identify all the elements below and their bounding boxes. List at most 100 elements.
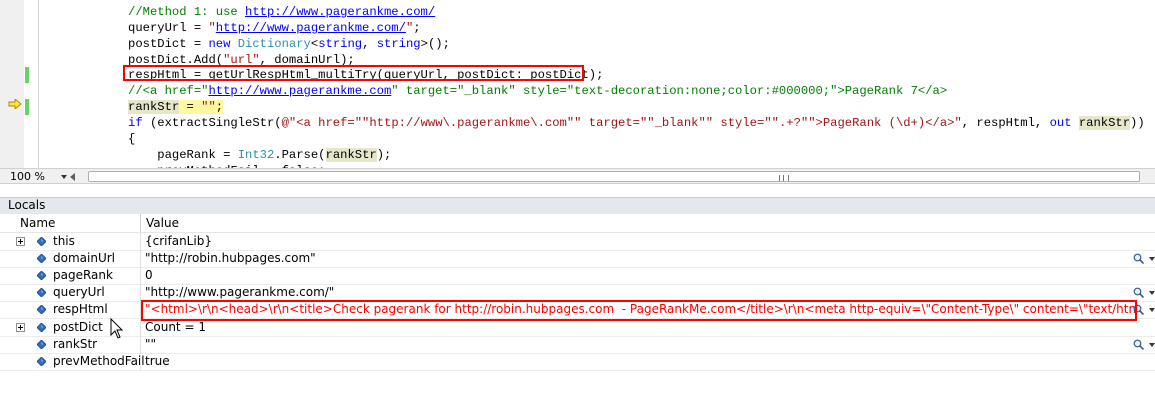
expand-plus-icon[interactable]	[16, 237, 25, 246]
name-column-header[interactable]: Name	[20, 214, 55, 232]
variable-value[interactable]: 0	[145, 267, 1135, 284]
code-token: pageRank =	[128, 148, 238, 162]
column-separator	[140, 250, 141, 268]
code-token: new	[208, 37, 231, 51]
locals-row-domainUrl[interactable]: domainUrl "http://robin.hubpages.com"	[0, 250, 1155, 269]
variable-icon	[37, 271, 46, 281]
code-token: string	[318, 37, 363, 51]
code-token: .Parse(	[274, 148, 326, 162]
code-token: string	[376, 37, 421, 51]
change-marker	[25, 67, 29, 83]
variable-icon	[37, 305, 46, 315]
code-line[interactable]: if (extractSingleStr(@"<a href=""http://…	[128, 115, 1145, 131]
code-token: >();	[420, 37, 450, 51]
code-line[interactable]: rankStr = "";	[128, 99, 224, 115]
code-token: http://www.pagerankme.com/	[215, 21, 406, 35]
code-token: ,	[362, 37, 377, 51]
variable-name: respHtml	[53, 302, 108, 317]
variable-value[interactable]: {crifanLib}	[145, 233, 1135, 250]
column-separator	[140, 233, 141, 250]
variable-value[interactable]: true	[145, 353, 1135, 370]
code-token: ;	[413, 21, 421, 35]
locals-row-pageRank[interactable]: pageRank 0	[0, 267, 1155, 286]
variable-value[interactable]: ""	[145, 336, 1135, 353]
change-tracking-bar	[24, 0, 30, 168]
code-token: Int32	[237, 148, 275, 162]
annotation-highlight-box	[141, 300, 1137, 321]
code-token: queryUrl =	[128, 21, 209, 35]
locals-row-postDict[interactable]: postDict Count = 1	[0, 318, 1155, 337]
column-separator	[140, 335, 141, 353]
outline-line	[38, 0, 39, 168]
scroll-left-icon[interactable]	[70, 173, 75, 181]
variable-icon	[37, 356, 46, 366]
variable-name: rankStr	[53, 336, 98, 351]
code-line[interactable]: postDict = new Dictionary<string, string…	[128, 36, 450, 52]
code-token: " target="_blank" style="text-decoration…	[391, 84, 948, 98]
locals-window-title[interactable]: Locals	[0, 197, 1155, 214]
code-token: if	[128, 116, 143, 130]
variable-value[interactable]: Count = 1	[145, 319, 1135, 336]
column-separator[interactable]	[140, 214, 141, 232]
horizontal-scrollbar-thumb[interactable]	[88, 171, 1140, 182]
expand-plus-icon[interactable]	[16, 322, 25, 332]
code-line[interactable]: //Method 1: use http://www.pagerankme.co…	[128, 4, 435, 20]
variable-name: prevMethodFail	[53, 353, 145, 368]
value-column-header[interactable]: Value	[146, 214, 179, 232]
column-separator	[140, 267, 141, 285]
variable-value[interactable]: "http://robin.hubpages.com"	[145, 250, 1135, 267]
text-visualizer-icon[interactable]	[1133, 287, 1144, 299]
variable-name: postDict	[53, 319, 103, 334]
variable-value[interactable]: "http://www.pagerankme.com/"	[145, 284, 1135, 301]
variable-icon	[37, 288, 46, 298]
code-editor[interactable]: //Method 1: use http://www.pagerankme.co…	[0, 0, 1155, 168]
code-token: =	[179, 100, 202, 114]
chevron-down-icon	[61, 175, 67, 179]
column-separator	[140, 318, 141, 336]
code-line[interactable]: {	[128, 131, 135, 147]
indicator-margin[interactable]	[0, 0, 24, 168]
code-token: {	[128, 132, 136, 146]
column-separator	[140, 284, 141, 302]
chevron-down-icon[interactable]	[1149, 308, 1155, 313]
zoom-value: 100 %	[10, 170, 45, 183]
zoom-dropdown[interactable]: 100 %	[6, 170, 67, 183]
code-line[interactable]: pageRank = Int32.Parse(rankStr);	[128, 147, 391, 163]
code-token: http://www.pagerankme.com/	[245, 5, 436, 19]
code-token: rankStr	[325, 148, 377, 162]
mouse-cursor-icon	[110, 318, 124, 339]
variable-icon	[37, 254, 46, 264]
code-token: out	[1049, 116, 1072, 130]
text-visualizer-icon[interactable]	[1133, 253, 1144, 265]
variable-icon	[37, 339, 46, 349]
chevron-down-icon[interactable]	[1149, 291, 1155, 296]
variable-name: this	[53, 234, 75, 248]
grip-icon	[779, 175, 789, 181]
code-token: , respHtml,	[961, 116, 1050, 130]
code-token: Dictionary	[237, 37, 311, 51]
chevron-down-icon[interactable]	[1149, 257, 1155, 262]
variable-name: queryUrl	[53, 285, 105, 300]
text-visualizer-icon[interactable]	[1133, 339, 1144, 350]
locals-row-rankStr[interactable]: rankStr ""	[0, 335, 1155, 354]
code-line[interactable]: queryUrl = "http://www.pagerankme.com/";	[128, 20, 421, 36]
code-token: ))	[1130, 116, 1145, 130]
code-token: //<a href="	[128, 84, 209, 98]
code-token: @"<a href=""http://www\.pagerankme\.com"…	[281, 116, 962, 130]
code-token: (extractSingleStr(	[142, 116, 282, 130]
variable-icon	[37, 322, 46, 332]
chevron-down-icon[interactable]	[1149, 342, 1155, 347]
variable-name: domainUrl	[53, 251, 115, 266]
locals-title-label: Locals	[8, 198, 46, 212]
code-line[interactable]: //<a href="http://www.pagerankme.com" ta…	[128, 83, 947, 99]
code-token: rankStr	[1078, 116, 1131, 130]
editor-status-bar: 100 %	[0, 168, 1155, 184]
variable-name: pageRank	[53, 268, 113, 283]
annotation-highlight-box	[123, 65, 584, 81]
locals-column-header: Name Value	[0, 214, 1155, 233]
locals-row-prevMethodFail[interactable]: prevMethodFail true	[0, 352, 1155, 371]
code-token: ""	[201, 100, 216, 114]
change-marker	[25, 99, 29, 115]
locals-row-this[interactable]: this {crifanLib}	[0, 233, 1155, 251]
code-token: rankStr	[128, 100, 180, 114]
